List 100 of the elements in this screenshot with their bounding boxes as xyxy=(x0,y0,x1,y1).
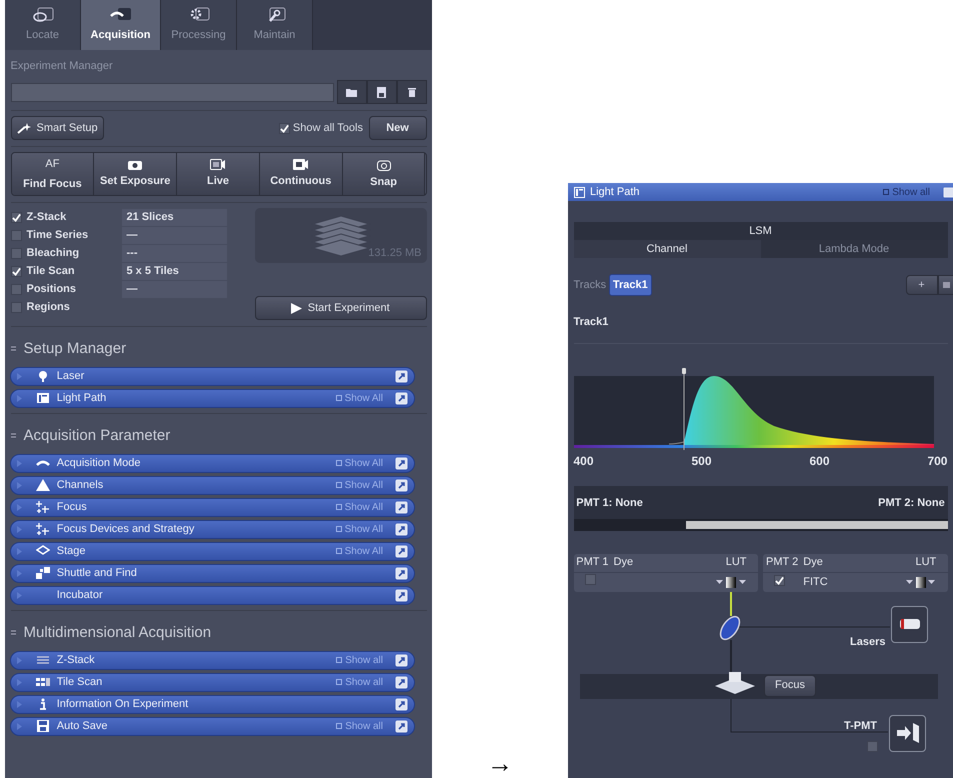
focus-button[interactable]: Focus xyxy=(764,674,816,696)
action-button[interactable]: Live xyxy=(177,153,260,196)
section-heading: Acquisition Parameter xyxy=(24,426,170,446)
popout-icon[interactable] xyxy=(395,522,408,536)
af-label: AF xyxy=(45,157,60,172)
new-button[interactable]: New xyxy=(368,116,426,140)
action-button[interactable]: AF Find Focus xyxy=(12,153,94,196)
lasers-label: Lasers xyxy=(850,634,886,650)
column-header: PMT 2 xyxy=(765,555,800,570)
tool-bar[interactable]: Stage Show All xyxy=(10,542,415,561)
mode-tab[interactable]: Lambda Mode xyxy=(760,240,948,258)
show-all-toggle[interactable]: Show all xyxy=(336,652,383,668)
tab[interactable]: Maintain xyxy=(237,0,313,50)
action-button[interactable]: Continuous xyxy=(260,153,343,196)
dimension-value: — xyxy=(122,280,226,298)
dye-dropdown[interactable]: FITC xyxy=(803,574,916,590)
checkbox[interactable] xyxy=(774,574,786,586)
checkbox[interactable] xyxy=(10,284,22,295)
popout-icon[interactable] xyxy=(395,588,408,602)
section-heading: Multidimensional Acquisition xyxy=(24,622,212,642)
add-button[interactable]: + xyxy=(906,275,938,295)
camera-icon xyxy=(376,158,391,170)
checkbox[interactable] xyxy=(584,574,596,585)
show-all-toggle[interactable]: Show All xyxy=(336,478,383,493)
tool-bar[interactable]: Focus Show All xyxy=(10,498,415,517)
column-header: Dye xyxy=(803,555,824,570)
section-heading: Setup Manager xyxy=(24,338,126,358)
delete-button[interactable] xyxy=(396,80,426,104)
sparkle-icon xyxy=(36,523,50,536)
experiment-field[interactable] xyxy=(10,82,334,102)
checkbox[interactable] xyxy=(867,740,878,752)
checkbox[interactable] xyxy=(10,248,22,259)
tool-bar[interactable]: Auto Save Show all xyxy=(10,716,415,736)
popout-icon[interactable] xyxy=(395,544,408,558)
popout-icon[interactable] xyxy=(395,478,408,492)
mode-tab[interactable]: Channel xyxy=(574,240,760,258)
tab[interactable]: Locate xyxy=(5,0,81,50)
camera-icon xyxy=(128,159,142,170)
start-experiment-button[interactable]: Start Experiment xyxy=(254,296,426,320)
show-all-toggle[interactable]: Show all xyxy=(883,184,930,200)
track-heading: Track1 xyxy=(574,315,610,330)
tool-bar[interactable]: Information On Experiment xyxy=(10,694,415,714)
checkbox[interactable] xyxy=(10,266,22,277)
checkbox-icon xyxy=(336,548,342,554)
tool-bar[interactable]: Laser xyxy=(10,366,415,386)
detection-range-bar[interactable] xyxy=(574,518,948,530)
checkbox[interactable] xyxy=(10,302,22,313)
popout-icon[interactable] xyxy=(395,566,408,580)
checkbox[interactable] xyxy=(10,230,22,241)
delete-button[interactable] xyxy=(938,275,953,295)
caret-icon xyxy=(906,580,913,584)
axis-label: 400 xyxy=(574,452,594,470)
action-button[interactable]: Snap xyxy=(342,153,426,196)
lasers-button[interactable] xyxy=(891,606,928,642)
tool-bar[interactable]: Z-Stack Show all xyxy=(10,650,415,670)
popout-icon[interactable] xyxy=(395,500,408,514)
action-button[interactable]: Set Exposure xyxy=(94,153,178,196)
tool-bar[interactable]: Incubator xyxy=(10,586,415,605)
save-button[interactable] xyxy=(366,80,396,104)
arrow: → xyxy=(487,750,513,776)
column-header: PMT 1 xyxy=(575,555,610,570)
checkbox[interactable] xyxy=(10,212,22,223)
popout-icon[interactable] xyxy=(395,720,408,733)
caret-icon xyxy=(738,580,746,584)
panel-icon xyxy=(36,392,50,404)
dimension-label: Bleaching xyxy=(26,246,80,261)
tool-bar[interactable]: Channels Show All xyxy=(10,476,415,495)
tool-bar[interactable]: Light Path Show All xyxy=(10,388,415,408)
popout-icon[interactable] xyxy=(395,370,408,383)
popout-icon[interactable] xyxy=(395,456,408,470)
video-icon xyxy=(292,159,309,170)
smart-setup-button[interactable]: Smart Setup xyxy=(10,116,104,140)
show-all-toggle[interactable]: Show All xyxy=(336,500,383,515)
show-all-toggle[interactable]: Show all xyxy=(336,674,383,690)
tool-bar[interactable]: Acquisition Mode Show All xyxy=(10,454,415,473)
tool-bar[interactable]: Tile Scan Show all xyxy=(10,672,415,692)
checkbox-icon xyxy=(336,482,342,488)
popout-icon[interactable] xyxy=(395,654,408,667)
folder-icon xyxy=(346,88,358,97)
tool-bar[interactable]: Shuttle and Find xyxy=(10,564,415,583)
show-all-toggle[interactable]: Show all xyxy=(336,718,383,734)
popout-icon[interactable] xyxy=(943,186,953,198)
show-all-toggle[interactable]: Show All xyxy=(336,544,383,559)
checkbox-icon xyxy=(336,504,342,510)
tool-bar[interactable]: Focus Devices and Strategy Show All xyxy=(10,520,415,539)
show-all-toggle[interactable]: Show All xyxy=(336,390,383,406)
popout-icon[interactable] xyxy=(395,698,408,711)
tab[interactable]: Processing xyxy=(161,0,237,50)
tool-label: Information On Experiment xyxy=(56,697,188,712)
show-all-toggle[interactable]: Show All xyxy=(336,522,383,537)
popout-icon[interactable] xyxy=(395,392,408,405)
lines-icon xyxy=(36,654,50,666)
checkbox[interactable] xyxy=(279,122,290,134)
tpmt-button[interactable] xyxy=(889,714,926,752)
popout-icon[interactable] xyxy=(395,676,408,689)
open-button[interactable] xyxy=(336,80,366,104)
tab[interactable]: Acquisition xyxy=(81,0,161,50)
show-all-toggle[interactable]: Show All xyxy=(336,456,383,471)
checkbox-icon xyxy=(336,723,342,730)
track-button[interactable]: Track1 xyxy=(608,274,652,296)
